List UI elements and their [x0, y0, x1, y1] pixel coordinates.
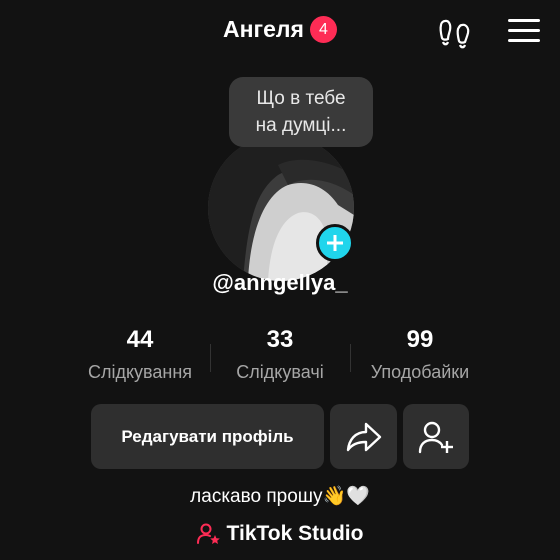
- plus-icon: [327, 235, 343, 251]
- tiktok-studio-icon: [196, 523, 220, 544]
- menu-line: [508, 19, 540, 22]
- stats-row: 44 Слідкування 33 Слідкувачі 99 Уподобай…: [70, 326, 490, 386]
- stat-following[interactable]: 44 Слідкування: [70, 326, 210, 383]
- edit-profile-button[interactable]: Редагувати профіль: [91, 404, 324, 469]
- menu-line: [508, 39, 540, 42]
- share-icon: [346, 422, 381, 451]
- stat-label: Слідкування: [87, 362, 193, 382]
- menu-icon[interactable]: [508, 19, 540, 45]
- notification-badge: 4: [309, 16, 337, 43]
- stat-followers[interactable]: 33 Слідкувачі: [210, 326, 350, 383]
- stat-value: 33: [266, 326, 294, 353]
- thought-bubble[interactable]: Що в тебе на думці...: [229, 77, 373, 147]
- add-friend-button[interactable]: [403, 404, 469, 469]
- tiktok-studio-link[interactable]: TikTok Studio: [0, 522, 560, 546]
- menu-line: [508, 29, 540, 32]
- bio: ласкаво прошу👋🤍: [190, 486, 370, 507]
- add-friend-icon: [418, 421, 453, 453]
- footprint-icon[interactable]: [438, 16, 472, 50]
- studio-label: TikTok Studio: [226, 522, 364, 545]
- header: Ангеля 4: [0, 0, 560, 64]
- stat-value: 99: [406, 326, 434, 353]
- stat-label: Уподобайки: [370, 362, 470, 382]
- bubble-text-line1: Що в тебе: [256, 88, 346, 109]
- profile-title[interactable]: Ангеля: [223, 16, 304, 43]
- title-row[interactable]: Ангеля 4: [0, 16, 560, 43]
- share-profile-button[interactable]: [330, 404, 397, 469]
- stat-likes[interactable]: 99 Уподобайки: [350, 326, 490, 383]
- username: @anngellya_: [212, 270, 348, 295]
- add-story-button[interactable]: [316, 224, 354, 262]
- bubble-text-line2: на думці...: [255, 115, 347, 136]
- stat-value: 44: [126, 326, 154, 353]
- stat-label: Слідкувачі: [236, 362, 324, 382]
